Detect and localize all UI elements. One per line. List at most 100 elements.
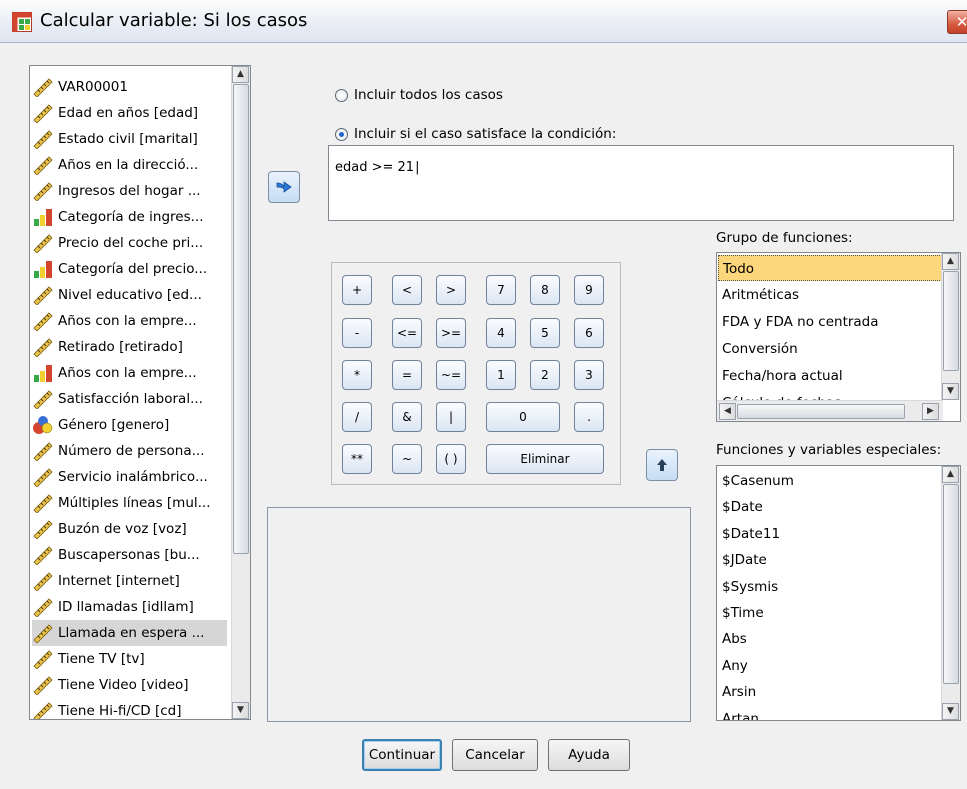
continue-button[interactable]: Continuar — [362, 739, 442, 771]
key-delete[interactable]: Eliminar — [486, 444, 604, 474]
special-function-item[interactable]: $Date11 — [718, 521, 942, 547]
key-plus[interactable]: + — [342, 275, 372, 305]
key-4[interactable]: 4 — [486, 318, 516, 348]
radio-if-condition[interactable]: Incluir si el caso satisface la condició… — [335, 126, 616, 142]
variable-item[interactable]: Tiene Video [video] — [32, 672, 227, 698]
function-group-item[interactable]: Aritméticas — [718, 282, 942, 308]
cancel-button[interactable]: Cancelar — [452, 739, 538, 771]
key-gt[interactable]: > — [436, 275, 466, 305]
function-group-item[interactable]: Conversión — [718, 336, 942, 362]
function-group-hscroll[interactable]: ◀ ▶ — [717, 400, 943, 421]
scroll-down-arrow[interactable]: ▼ — [232, 702, 249, 719]
variable-item[interactable]: Precio del coche pri... — [32, 230, 227, 256]
help-button[interactable]: Ayuda — [548, 739, 630, 771]
radio-if-condition-indicator[interactable] — [335, 127, 348, 141]
key-power[interactable]: ** — [342, 444, 372, 474]
key-3[interactable]: 3 — [574, 360, 604, 390]
function-group-vscroll[interactable]: ▲ ▼ — [941, 253, 960, 400]
key-not[interactable]: ~ — [392, 444, 422, 474]
variable-item[interactable]: Ingresos del hogar ... — [32, 178, 227, 204]
variable-item[interactable]: ID llamadas [idllam] — [32, 594, 227, 620]
key-and[interactable]: & — [392, 402, 422, 432]
scroll-right-arrow[interactable]: ▶ — [922, 403, 939, 420]
special-function-item[interactable]: Artan — [718, 706, 942, 720]
special-function-item[interactable]: Any — [718, 653, 942, 679]
variable-item[interactable]: Llamada en espera ... — [32, 620, 227, 646]
variable-list-scrollbar[interactable]: ▲ ▼ — [231, 66, 250, 719]
scroll-up-arrow[interactable]: ▲ — [942, 253, 959, 270]
key-dot[interactable]: . — [574, 402, 604, 432]
scroll-thumb[interactable] — [943, 484, 959, 684]
variable-list[interactable]: VAR00001 Edad en años [edad] Estado civil … — [29, 65, 251, 720]
function-group-list[interactable]: Todo Aritméticas FDA y FDA no centrada Conv… — [716, 252, 961, 422]
variable-item[interactable]: Género [genero] — [32, 412, 227, 438]
key-multiply[interactable]: * — [342, 360, 372, 390]
key-parentheses[interactable]: ( ) — [436, 444, 466, 474]
scroll-up-arrow[interactable]: ▲ — [232, 66, 249, 83]
variable-item[interactable]: VAR00001 — [32, 74, 227, 100]
key-7[interactable]: 7 — [486, 275, 516, 305]
variable-item[interactable]: Edad en años [edad] — [32, 100, 227, 126]
variable-item[interactable]: Tiene Hi-fi/CD [cd] — [32, 698, 227, 719]
key-5[interactable]: 5 — [530, 318, 560, 348]
variable-item[interactable]: Buscapersonas [bu... — [32, 542, 227, 568]
condition-expression-field[interactable]: edad >= 21 — [328, 145, 954, 221]
key-8[interactable]: 8 — [530, 275, 560, 305]
scroll-thumb[interactable] — [737, 404, 905, 419]
variable-item[interactable]: Retirado [retirado] — [32, 334, 227, 360]
ruler-icon — [32, 337, 54, 358]
key-1[interactable]: 1 — [486, 360, 516, 390]
function-group-item[interactable]: Fecha/hora actual — [718, 363, 942, 389]
variable-item[interactable]: Años con la empre... — [32, 360, 227, 386]
function-group-item[interactable]: FDA y FDA no centrada — [718, 309, 942, 335]
radio-all-cases[interactable]: Incluir todos los casos — [335, 87, 503, 103]
variable-item[interactable]: Estado civil [marital] — [32, 126, 227, 152]
function-group-item[interactable]: Todo — [718, 255, 942, 281]
radio-all-cases-indicator[interactable] — [335, 88, 348, 102]
key-or[interactable]: | — [436, 402, 466, 432]
key-2[interactable]: 2 — [530, 360, 560, 390]
key-minus[interactable]: - — [342, 318, 372, 348]
condition-expression-text: edad >= 21 — [335, 160, 419, 175]
special-function-item[interactable]: $JDate — [718, 547, 942, 573]
scroll-thumb[interactable] — [943, 271, 959, 371]
scroll-down-arrow[interactable]: ▼ — [942, 383, 959, 400]
special-function-item[interactable]: $Time — [718, 600, 942, 626]
variable-item[interactable]: Servicio inalámbrico... — [32, 464, 227, 490]
variable-item[interactable]: Nivel educativo [ed... — [32, 282, 227, 308]
key-le[interactable]: <= — [392, 318, 422, 348]
scroll-down-arrow[interactable]: ▼ — [942, 703, 959, 720]
variable-item[interactable]: Años en la direcció... — [32, 152, 227, 178]
special-function-item[interactable]: $Date — [718, 494, 942, 520]
special-functions-scrollbar[interactable]: ▲ ▼ — [941, 466, 960, 720]
move-variable-button[interactable] — [268, 171, 300, 203]
variable-label: Satisfacción laboral... — [58, 391, 203, 407]
variable-item[interactable]: Tiene TV [tv] — [32, 646, 227, 672]
special-function-item[interactable]: $Casenum — [718, 468, 942, 494]
key-6[interactable]: 6 — [574, 318, 604, 348]
scroll-left-arrow[interactable]: ◀ — [719, 403, 736, 420]
key-lt[interactable]: < — [392, 275, 422, 305]
variable-item[interactable]: Buzón de voz [voz] — [32, 516, 227, 542]
variable-item[interactable]: Múltiples líneas [mul... — [32, 490, 227, 516]
close-button[interactable]: ✕ — [947, 10, 967, 34]
scroll-up-arrow[interactable]: ▲ — [942, 466, 959, 483]
variable-item[interactable]: Categoría de ingres... — [32, 204, 227, 230]
variable-item[interactable]: Número de persona... — [32, 438, 227, 464]
variable-item[interactable]: Satisfacción laboral... — [32, 386, 227, 412]
variable-item[interactable]: Años con la empre... — [32, 308, 227, 334]
special-function-item[interactable]: $Sysmis — [718, 574, 942, 600]
variable-item[interactable]: Internet [internet] — [32, 568, 227, 594]
key-eq[interactable]: = — [392, 360, 422, 390]
key-0[interactable]: 0 — [486, 402, 560, 432]
scroll-thumb[interactable] — [233, 84, 249, 554]
special-function-item[interactable]: Arsin — [718, 679, 942, 705]
move-function-button[interactable] — [646, 449, 678, 481]
variable-item[interactable]: Categoría del precio... — [32, 256, 227, 282]
key-divide[interactable]: / — [342, 402, 372, 432]
key-ne[interactable]: ~= — [436, 360, 466, 390]
special-functions-list[interactable]: $Casenum $Date $Date11 $JDate $Sysmis $Time Ab… — [716, 465, 961, 721]
key-9[interactable]: 9 — [574, 275, 604, 305]
special-function-item[interactable]: Abs — [718, 626, 942, 652]
key-ge[interactable]: >= — [436, 318, 466, 348]
